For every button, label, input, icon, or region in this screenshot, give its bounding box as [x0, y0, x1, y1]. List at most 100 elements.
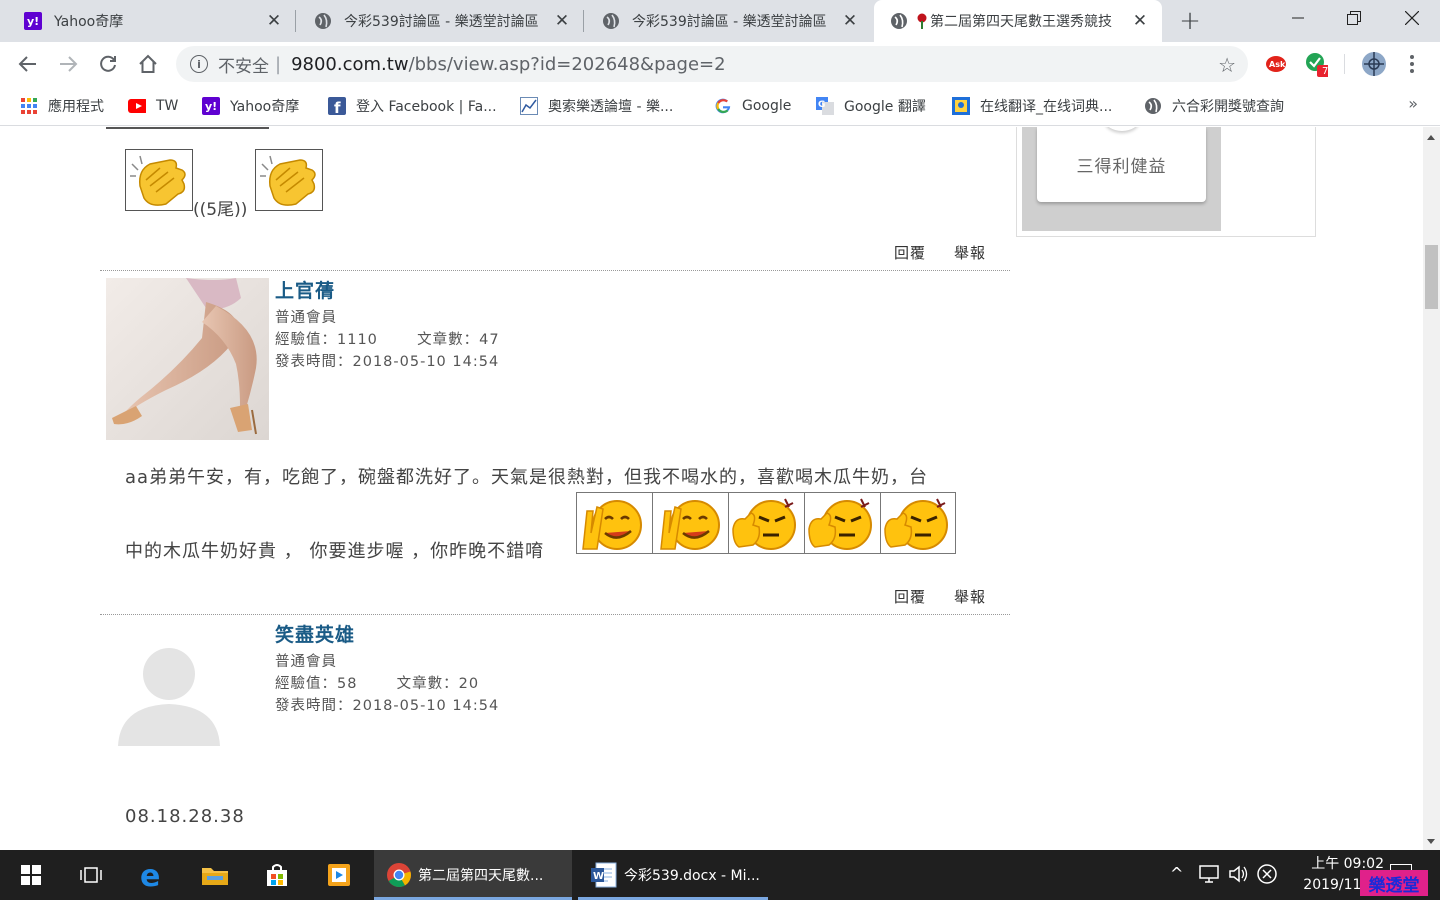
apps-grid-icon — [20, 97, 38, 115]
tab-title: Yahoo奇摩 — [54, 14, 124, 30]
avatar-icon — [1362, 52, 1386, 76]
network-icon[interactable] — [1198, 864, 1220, 888]
restore-button[interactable] — [1326, 0, 1382, 36]
store-taskbar-icon[interactable] — [246, 850, 308, 900]
svg-text:y!: y! — [205, 100, 217, 113]
taskbar-app-chrome[interactable]: 第二屆第四天尾數... — [374, 850, 572, 900]
post-username[interactable]: 笑盡英雄 — [275, 620, 355, 647]
chart-icon — [520, 97, 538, 115]
edge-taskbar-icon[interactable]: e — [122, 850, 184, 900]
bookmark-facebook[interactable]: f 登入 Facebook | Fa... — [328, 95, 497, 117]
bookmarks-overflow-button[interactable]: » — [1408, 94, 1418, 113]
chevron-up-icon[interactable]: ^ — [1170, 864, 1183, 883]
bookmark-apps[interactable]: 應用程式 — [20, 95, 104, 117]
word-icon: W — [591, 862, 617, 888]
bookmark-tw[interactable]: TW — [128, 95, 178, 117]
avatar[interactable] — [106, 278, 269, 440]
arrow-left-icon — [18, 56, 36, 72]
error-status-icon[interactable] — [1257, 864, 1277, 888]
post-user-rank: 普通會員 — [275, 654, 337, 670]
emoticon-row — [576, 492, 956, 554]
close-icon[interactable]: ✕ — [1130, 11, 1150, 31]
taskbar-app-word[interactable]: W 今彩539.docx - Mi... — [578, 850, 768, 900]
svg-text:y!: y! — [27, 15, 39, 28]
arrow-right-icon — [60, 56, 78, 72]
tab-yahoo[interactable]: y! Yahoo奇摩 ✕ — [0, 0, 296, 42]
victory-smiley-emoticon — [577, 493, 653, 553]
globe-icon — [314, 12, 332, 30]
globe-icon — [890, 12, 908, 30]
file-explorer-taskbar-icon[interactable] — [184, 850, 246, 900]
dictionary-icon — [952, 97, 970, 115]
sidebar-ad-card[interactable]: 三得利健益 — [1037, 127, 1206, 202]
tab-title: 今彩539討論區 - 樂透堂討論區 — [344, 14, 539, 30]
tab-539-forum-2[interactable]: 今彩539討論區 - 樂透堂討論區 ✕ — [584, 0, 872, 42]
new-tab-button[interactable]: + — [1176, 6, 1204, 36]
url-host: 9800.com.tw — [291, 53, 409, 75]
close-window-button[interactable] — [1384, 0, 1440, 36]
forward-button[interactable] — [54, 50, 82, 78]
media-player-taskbar-icon[interactable] — [308, 850, 370, 900]
sidebar-ad-label: 三得利健益 — [1076, 157, 1167, 177]
bookmark-google[interactable]: Google — [714, 95, 791, 117]
facebook-icon: f — [328, 97, 346, 115]
back-button[interactable] — [14, 50, 42, 78]
tab-539-forum-1[interactable]: 今彩539討論區 - 樂透堂討論區 ✕ — [296, 0, 584, 42]
post-exp-value: 1110 — [337, 332, 378, 348]
page-scrollbar[interactable] — [1423, 127, 1440, 850]
scrollbar-thumb[interactable] — [1425, 245, 1438, 309]
yahoo-icon: y! — [202, 97, 220, 115]
post-body-line: 中的木瓜牛奶好貴 ， 你要進步喔 ，你昨晚不錯唷 — [125, 541, 545, 562]
close-icon[interactable]: ✕ — [552, 11, 572, 31]
reply-link[interactable]: 回覆 — [894, 242, 926, 263]
bookmark-star-icon[interactable]: ☆ — [1218, 53, 1236, 77]
tab-active-contest[interactable]: 第二屆第四天尾數王選秀競技 ✕ — [874, 0, 1162, 42]
home-button[interactable] — [134, 50, 162, 78]
minimize-button[interactable] — [1270, 0, 1326, 36]
post-user-stats: 經驗值：58 文章數：20 — [275, 676, 480, 692]
report-link[interactable]: 舉報 — [954, 242, 986, 263]
reply-link[interactable]: 回覆 — [894, 586, 926, 607]
bookmark-online-dictionary[interactable]: 在线翻译_在线词典... — [952, 95, 1112, 117]
translate-icon: G — [816, 97, 834, 115]
bookmark-yahoo[interactable]: y! Yahoo奇摩 — [202, 95, 299, 117]
volume-icon[interactable] — [1228, 864, 1250, 888]
shield-extension-icon[interactable]: 7 — [1304, 52, 1328, 77]
site-watermark: 樂透堂 — [1360, 870, 1428, 896]
globe-icon — [602, 12, 620, 30]
tab-strip: y! Yahoo奇摩 ✕ 今彩539討論區 - 樂透堂討論區 ✕ 今彩539討論… — [0, 0, 1440, 42]
angry-thumbs-up-emoticon — [729, 493, 805, 553]
post-count-value: 20 — [458, 676, 480, 692]
profile-avatar[interactable] — [1360, 50, 1388, 78]
avatar[interactable] — [106, 622, 269, 784]
address-bar[interactable]: i 不安全 | 9800.com.tw /bbs/view.asp?id=202… — [176, 46, 1248, 82]
scroll-up-icon[interactable] — [1427, 135, 1435, 140]
restore-icon — [1347, 11, 1361, 25]
reload-button[interactable] — [94, 50, 122, 78]
security-label: 不安全 — [218, 56, 269, 77]
task-view-button[interactable] — [60, 850, 122, 900]
minimize-icon — [1292, 17, 1304, 19]
victory-smiley-emoticon — [653, 493, 729, 553]
bookmark-lottery-forum[interactable]: 奧索樂透論壇 - 樂... — [520, 95, 673, 117]
info-icon[interactable]: i — [190, 55, 208, 73]
browser-toolbar: i 不安全 | 9800.com.tw /bbs/view.asp?id=202… — [0, 42, 1440, 86]
globe-icon — [1144, 97, 1162, 115]
post-username[interactable]: 上官蒨 — [275, 276, 335, 303]
post-tail-text: ((5尾)) — [193, 200, 248, 220]
ask-extension-icon[interactable]: Ask — [1264, 52, 1288, 76]
start-button[interactable] — [0, 850, 62, 900]
bookmark-google-translate[interactable]: G Google 翻譯 — [816, 95, 926, 117]
bookmark-mark-six-results[interactable]: 六合彩開獎號查詢 — [1144, 95, 1284, 117]
close-icon[interactable]: ✕ — [264, 11, 284, 31]
angry-thumbs-up-emoticon — [881, 493, 957, 553]
divider — [106, 127, 269, 129]
post-body-line: aa弟弟午安，有，吃飽了，碗盤都洗好了。天氣是很熱對，但我不喝水的，喜歡喝木瓜牛… — [125, 467, 929, 488]
scroll-down-icon[interactable] — [1427, 839, 1435, 844]
report-link[interactable]: 舉報 — [954, 586, 986, 607]
windows-logo-icon — [21, 865, 41, 885]
taskbar-app-label: 第二屆第四天尾數... — [418, 868, 544, 884]
clapping-hands-emoticon — [125, 149, 193, 211]
close-icon[interactable]: ✕ — [840, 11, 860, 31]
menu-button[interactable] — [1400, 52, 1424, 76]
